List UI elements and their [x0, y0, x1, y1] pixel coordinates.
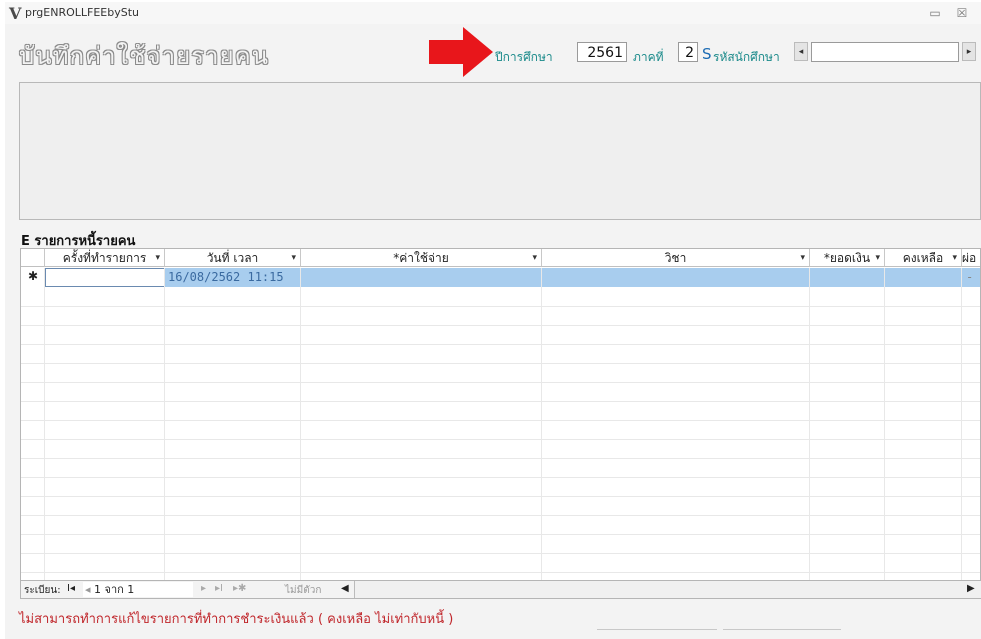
column-header-round[interactable]: ครั้งที่ทำรายการ ▾ — [45, 249, 165, 267]
column-header-installment[interactable]: ผ่อ — [962, 249, 980, 267]
academic-year-label: ปีการศึกษา — [495, 50, 553, 64]
red-arrow-icon — [429, 27, 493, 77]
status-message: ไม่สามารถทำการแก้ไขรายการที่ทำการชำระเงิ… — [19, 612, 454, 627]
next-record-button[interactable]: ▸ — [201, 583, 206, 594]
app-window: V prgENROLLFEEbyStu ▭ ☒ บันทึกค่าใช้จ่าย… — [5, 2, 981, 639]
column-header-datetime[interactable]: วันที่ เวลา ▾ — [165, 249, 301, 267]
debt-datasheet: ครั้งที่ทำรายการ ▾ วันที่ เวลา ▾ *ค่าใช้… — [20, 248, 981, 581]
academic-year-input[interactable]: 2561 — [577, 42, 627, 62]
column-label: ครั้งที่ทำรายการ — [62, 251, 147, 265]
dropdown-icon[interactable]: ▾ — [952, 249, 957, 266]
dropdown-icon[interactable]: ▾ — [291, 249, 296, 266]
record-position: 1 จาก 1 — [94, 583, 135, 596]
column-label: *ค่าใช้จ่าย — [393, 251, 449, 265]
column-header-amount[interactable]: *ยอดเงิน ▾ — [810, 249, 885, 267]
student-id-combo[interactable] — [811, 42, 959, 62]
column-label: *ยอดเงิน — [823, 251, 871, 265]
installment-cell[interactable]: - — [966, 268, 973, 287]
minimize-icon[interactable]: ▭ — [925, 4, 945, 22]
window-title: prgENROLLFEEbyStu — [25, 6, 140, 19]
dropdown-icon[interactable]: ▾ — [532, 249, 537, 266]
title-bar: V prgENROLLFEEbyStu ▭ ☒ — [5, 2, 981, 24]
horizontal-scrollbar[interactable] — [354, 581, 981, 598]
term-label: ภาคที่ — [633, 50, 664, 64]
new-record-button[interactable]: ▸✱ — [233, 583, 246, 594]
scroll-left-button[interactable]: ◀ — [341, 583, 349, 594]
dropdown-icon[interactable]: ▾ — [875, 249, 880, 266]
column-label: คงเหลือ — [902, 251, 944, 265]
app-logo: V — [9, 4, 22, 23]
record-navigator: ระเบียน: I◂ ◂ 1 จาก 1 ▸ ▸I ▸✱ ไม่มีตัวก … — [20, 581, 981, 599]
s-label: S — [702, 45, 712, 63]
form-title: บันทึกค่าใช้จ่ายรายคน — [19, 42, 270, 70]
dropdown-icon[interactable]: ▾ — [800, 249, 805, 266]
column-label: วิชา — [664, 251, 687, 265]
scroll-right-button[interactable]: ▶ — [967, 583, 975, 594]
column-header-balance[interactable]: คงเหลือ ▾ — [885, 249, 962, 267]
first-record-button[interactable]: I◂ — [67, 583, 75, 594]
dropdown-icon[interactable]: ▾ — [155, 249, 160, 266]
prev-record-button[interactable]: ◂ — [85, 583, 91, 596]
column-label: วันที่ เวลา — [206, 251, 259, 265]
column-header-expense[interactable]: *ค่าใช้จ่าย ▾ — [301, 249, 542, 267]
last-record-button[interactable]: ▸I — [215, 583, 223, 594]
student-id-next-button[interactable]: ▸ — [962, 42, 976, 61]
new-record-icon: ✱ — [28, 269, 39, 283]
record-label: ระเบียน: — [24, 585, 61, 596]
term-input[interactable]: 2 — [678, 42, 698, 62]
student-info-subform — [19, 82, 981, 220]
student-id-label: รหัสนักศึกษา — [713, 50, 780, 64]
round-cell-input[interactable] — [45, 268, 165, 287]
column-header-subject[interactable]: วิชา ▾ — [542, 249, 810, 267]
close-icon[interactable]: ☒ — [952, 4, 972, 22]
datetime-cell[interactable]: 16/08/2562 11:15 — [168, 268, 284, 287]
filter-indicator[interactable]: ไม่มีตัวก — [285, 583, 321, 598]
selector-header — [21, 249, 45, 267]
student-id-prev-button[interactable]: ◂ — [794, 42, 808, 61]
record-position-input[interactable]: ◂ 1 จาก 1 — [83, 582, 193, 597]
